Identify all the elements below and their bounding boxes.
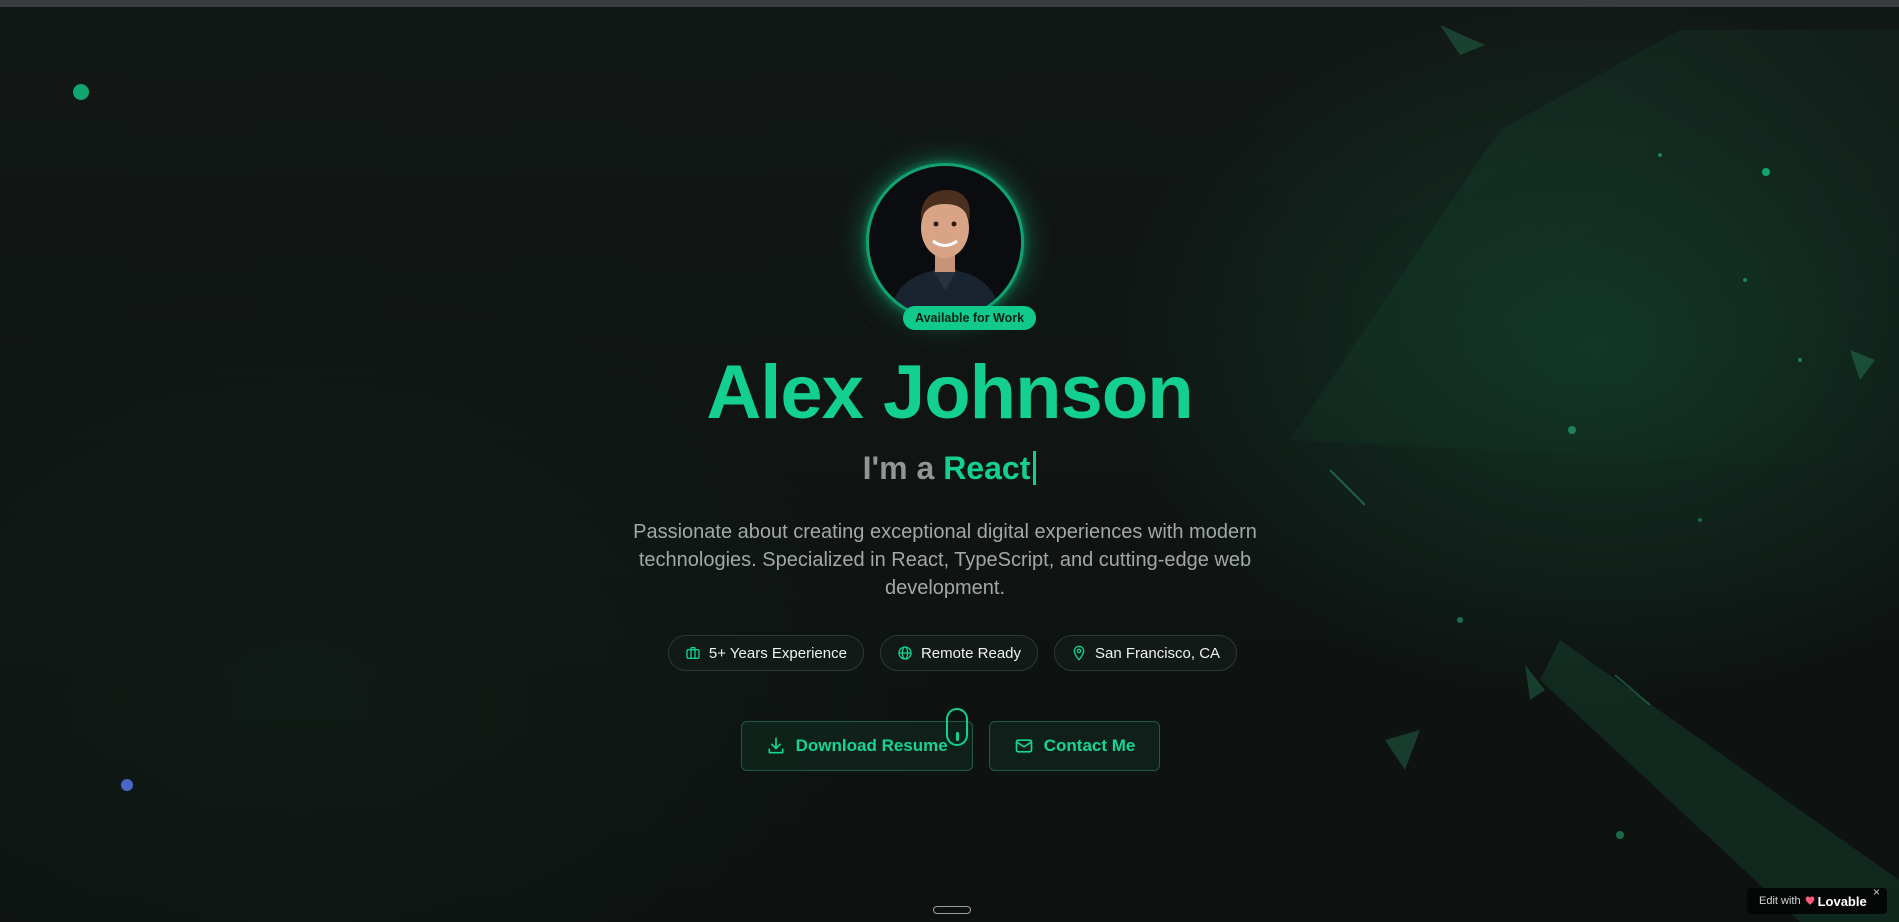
avatar (866, 163, 1024, 321)
globe-icon (898, 646, 912, 660)
availability-badge: Available for Work (903, 306, 1037, 330)
floating-dot-green (73, 84, 89, 100)
chip-label: San Francisco, CA (1095, 644, 1221, 662)
chip-location: San Francisco, CA (1054, 635, 1238, 671)
typing-caret (1033, 451, 1037, 485)
chip-label: 5+ Years Experience (708, 644, 847, 662)
role-typewriter: I'm a React (0, 448, 1899, 488)
avatar-container (866, 163, 1024, 321)
lovable-brand: Lovable (1817, 893, 1867, 909)
edit-with-lovable-badge[interactable]: Edit with Lovable (1747, 888, 1887, 914)
chip-remote: Remote Ready (879, 635, 1039, 671)
mail-icon (1015, 739, 1033, 753)
download-resume-button[interactable]: Download Resume (740, 721, 973, 771)
briefcase-icon (686, 647, 700, 659)
map-pin-icon (1073, 645, 1085, 661)
highlight-chips: 5+ Years Experience Remote Ready San Fra… (0, 635, 1899, 671)
scroll-indicator[interactable] (933, 906, 971, 914)
profile-photo (869, 166, 1021, 318)
contact-me-label: Contact Me (1043, 736, 1136, 755)
lovable-prefix: Edit with (1759, 895, 1801, 907)
contact-me-button[interactable]: Contact Me (988, 721, 1161, 771)
role-word: React (943, 450, 1031, 486)
mouse-wheel (956, 732, 959, 741)
scroll-mouse-icon[interactable] (946, 708, 968, 746)
lovable-close-icon[interactable]: × (1873, 886, 1880, 898)
floating-dot-blue (121, 779, 133, 791)
chip-experience: 5+ Years Experience (667, 635, 864, 671)
download-icon (768, 737, 784, 754)
download-resume-label: Download Resume (795, 736, 948, 755)
lovable-heart-icon (1805, 896, 1814, 905)
chip-label: Remote Ready (920, 644, 1022, 662)
hero-section: Available for Work Alex Johnson I'm a Re… (0, 0, 1899, 922)
hero-name: Alex Johnson (706, 350, 1193, 435)
floating-dot-small (1762, 168, 1770, 176)
role-prefix: I'm a (862, 450, 935, 486)
hero-description: Passionate about creating exceptional di… (633, 521, 1257, 599)
